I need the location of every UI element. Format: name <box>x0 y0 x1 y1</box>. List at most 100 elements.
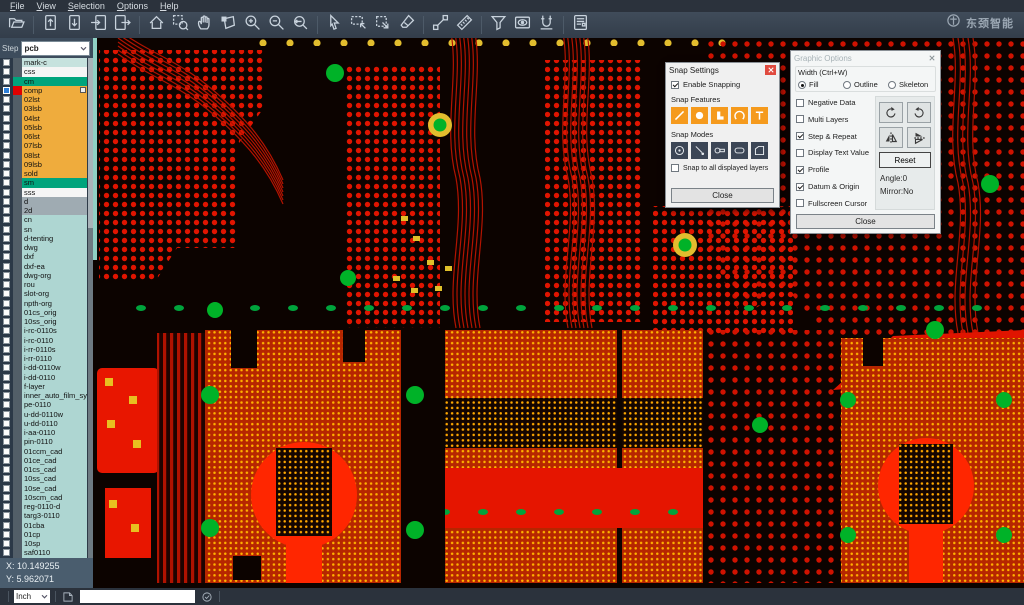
layer-name[interactable]: cn <box>22 215 87 224</box>
layer-name[interactable]: dxf-ea <box>22 262 87 271</box>
layer-visibility-checkbox[interactable] <box>0 77 13 86</box>
layer-name[interactable]: 02lst <box>22 95 87 104</box>
menu-view[interactable]: View <box>31 0 62 12</box>
checkbox-multi-layers[interactable]: Multi Layers <box>796 115 871 124</box>
layer-name[interactable]: 10sp <box>22 539 87 548</box>
layer-visibility-checkbox[interactable] <box>0 178 13 187</box>
snap-all-layers-checkbox[interactable]: Snap to all displayed layers <box>671 164 774 172</box>
checkbox-step-repeat[interactable]: Step & Repeat <box>796 132 871 141</box>
layer-name[interactable]: 01ce_cad <box>22 456 87 465</box>
select-pointer-button[interactable] <box>323 14 346 37</box>
layer-color-swatch[interactable] <box>13 160 22 169</box>
menu-selection[interactable]: Selection <box>62 0 111 12</box>
snap-mode-center-button[interactable] <box>671 142 688 159</box>
select-group-button[interactable] <box>371 14 394 37</box>
layer-visibility-checkbox[interactable] <box>0 299 13 308</box>
layer-color-swatch[interactable] <box>13 373 22 382</box>
highlight-brush-button[interactable] <box>395 14 418 37</box>
layer-name[interactable]: 01cba <box>22 521 87 530</box>
layer-color-swatch[interactable] <box>13 447 22 456</box>
layer-color-swatch[interactable] <box>13 197 22 206</box>
layer-visibility-checkbox[interactable] <box>0 511 13 520</box>
layer-name[interactable]: i-rr-0110s <box>22 345 87 354</box>
zoom-window-button[interactable] <box>169 14 192 37</box>
snap-feature-corner-button[interactable] <box>711 107 728 124</box>
layer-color-swatch[interactable] <box>13 58 22 67</box>
layer-name[interactable]: 06lst <box>22 132 87 141</box>
apply-icon[interactable] <box>200 590 214 604</box>
layer-color-swatch[interactable] <box>13 271 22 280</box>
layer-color-swatch[interactable] <box>13 400 22 409</box>
layer-name[interactable]: 01cs_cad <box>22 465 87 474</box>
layer-visibility-checkbox[interactable] <box>0 169 13 178</box>
layer-name[interactable]: 10se_cad <box>22 484 87 493</box>
snap-feature-arc-button[interactable] <box>731 107 748 124</box>
layer-name[interactable]: 04lst <box>22 114 87 123</box>
layer-color-swatch[interactable] <box>13 465 22 474</box>
layer-visibility-checkbox[interactable] <box>0 271 13 280</box>
layer-name[interactable]: d <box>22 197 87 206</box>
layer-color-swatch[interactable] <box>13 86 22 95</box>
layer-visibility-checkbox[interactable] <box>0 86 13 95</box>
layer-color-swatch[interactable] <box>13 511 22 520</box>
layer-visibility-checkbox[interactable] <box>0 400 13 409</box>
layer-visibility-checkbox[interactable] <box>0 428 13 437</box>
layer-color-swatch[interactable] <box>13 336 22 345</box>
layer-name[interactable]: 10ss_orig <box>22 317 87 326</box>
layer-visibility-checkbox[interactable] <box>0 160 13 169</box>
layer-visibility-checkbox[interactable] <box>0 336 13 345</box>
layer-visibility-checkbox[interactable] <box>0 308 13 317</box>
layer-name[interactable]: 01cp <box>22 530 87 539</box>
radio-fill[interactable]: Fill <box>798 80 843 89</box>
graphic-dialog-titlebar[interactable]: Graphic Options <box>791 51 940 65</box>
layer-name[interactable]: css <box>22 67 87 76</box>
layer-name[interactable]: i-aa-0110 <box>22 428 87 437</box>
layer-name[interactable]: saf0110 <box>22 548 87 557</box>
layer-visibility-checkbox[interactable] <box>0 252 13 261</box>
layer-name[interactable]: slot-org <box>22 289 87 298</box>
layer-color-swatch[interactable] <box>13 539 22 548</box>
layer-color-swatch[interactable] <box>13 345 22 354</box>
layer-color-swatch[interactable] <box>13 114 22 123</box>
snap-mode-slot-button[interactable] <box>731 142 748 159</box>
scrollbar-thumb[interactable] <box>88 58 93 228</box>
layer-visibility-checkbox[interactable] <box>0 141 13 150</box>
layer-color-swatch[interactable] <box>13 289 22 298</box>
layer-color-swatch[interactable] <box>13 77 22 86</box>
snap-dialog-titlebar[interactable]: Snap Settings <box>666 63 779 77</box>
layer-visibility-checkbox[interactable] <box>0 132 13 141</box>
snap-mode-pad-button[interactable] <box>711 142 728 159</box>
mirror-v-button[interactable] <box>907 127 931 148</box>
layer-visibility-checkbox[interactable] <box>0 104 13 113</box>
layer-color-swatch[interactable] <box>13 225 22 234</box>
layer-visibility-checkbox[interactable] <box>0 484 13 493</box>
layer-name[interactable]: targ3-0110 <box>22 511 87 520</box>
radio-outline[interactable]: Outline <box>843 80 888 89</box>
mirror-h-button[interactable] <box>879 127 903 148</box>
layer-color-swatch[interactable] <box>13 215 22 224</box>
snap-close-button[interactable]: Close <box>671 188 774 203</box>
layer-name[interactable]: pin-0110 <box>22 437 87 446</box>
layer-color-swatch[interactable] <box>13 243 22 252</box>
layer-name[interactable]: 09lsb <box>22 160 87 169</box>
layer-visibility-checkbox[interactable] <box>0 215 13 224</box>
command-input[interactable] <box>80 590 195 603</box>
layer-visibility-checkbox[interactable] <box>0 188 13 197</box>
layer-color-swatch[interactable] <box>13 104 22 113</box>
layer-color-swatch[interactable] <box>13 95 22 104</box>
file-in-button[interactable] <box>87 14 110 37</box>
layer-color-swatch[interactable] <box>13 410 22 419</box>
layer-name[interactable]: dwg-org <box>22 271 87 280</box>
layer-visibility-checkbox[interactable] <box>0 151 13 160</box>
layer-color-swatch[interactable] <box>13 391 22 400</box>
layer-visibility-checkbox[interactable] <box>0 548 13 557</box>
filter-button[interactable] <box>487 14 510 37</box>
layer-name[interactable]: reg-0110-d <box>22 502 87 511</box>
layer-visibility-checkbox[interactable] <box>0 447 13 456</box>
layer-name[interactable]: u-dd-0110w <box>22 410 87 419</box>
enable-snapping-checkbox[interactable]: Enable Snapping <box>671 80 774 89</box>
layer-visibility-checkbox[interactable] <box>0 326 13 335</box>
layer-name[interactable]: 10scm_cad <box>22 493 87 502</box>
snap-mode-contour-button[interactable] <box>751 142 768 159</box>
layer-name[interactable]: sm <box>22 178 87 187</box>
